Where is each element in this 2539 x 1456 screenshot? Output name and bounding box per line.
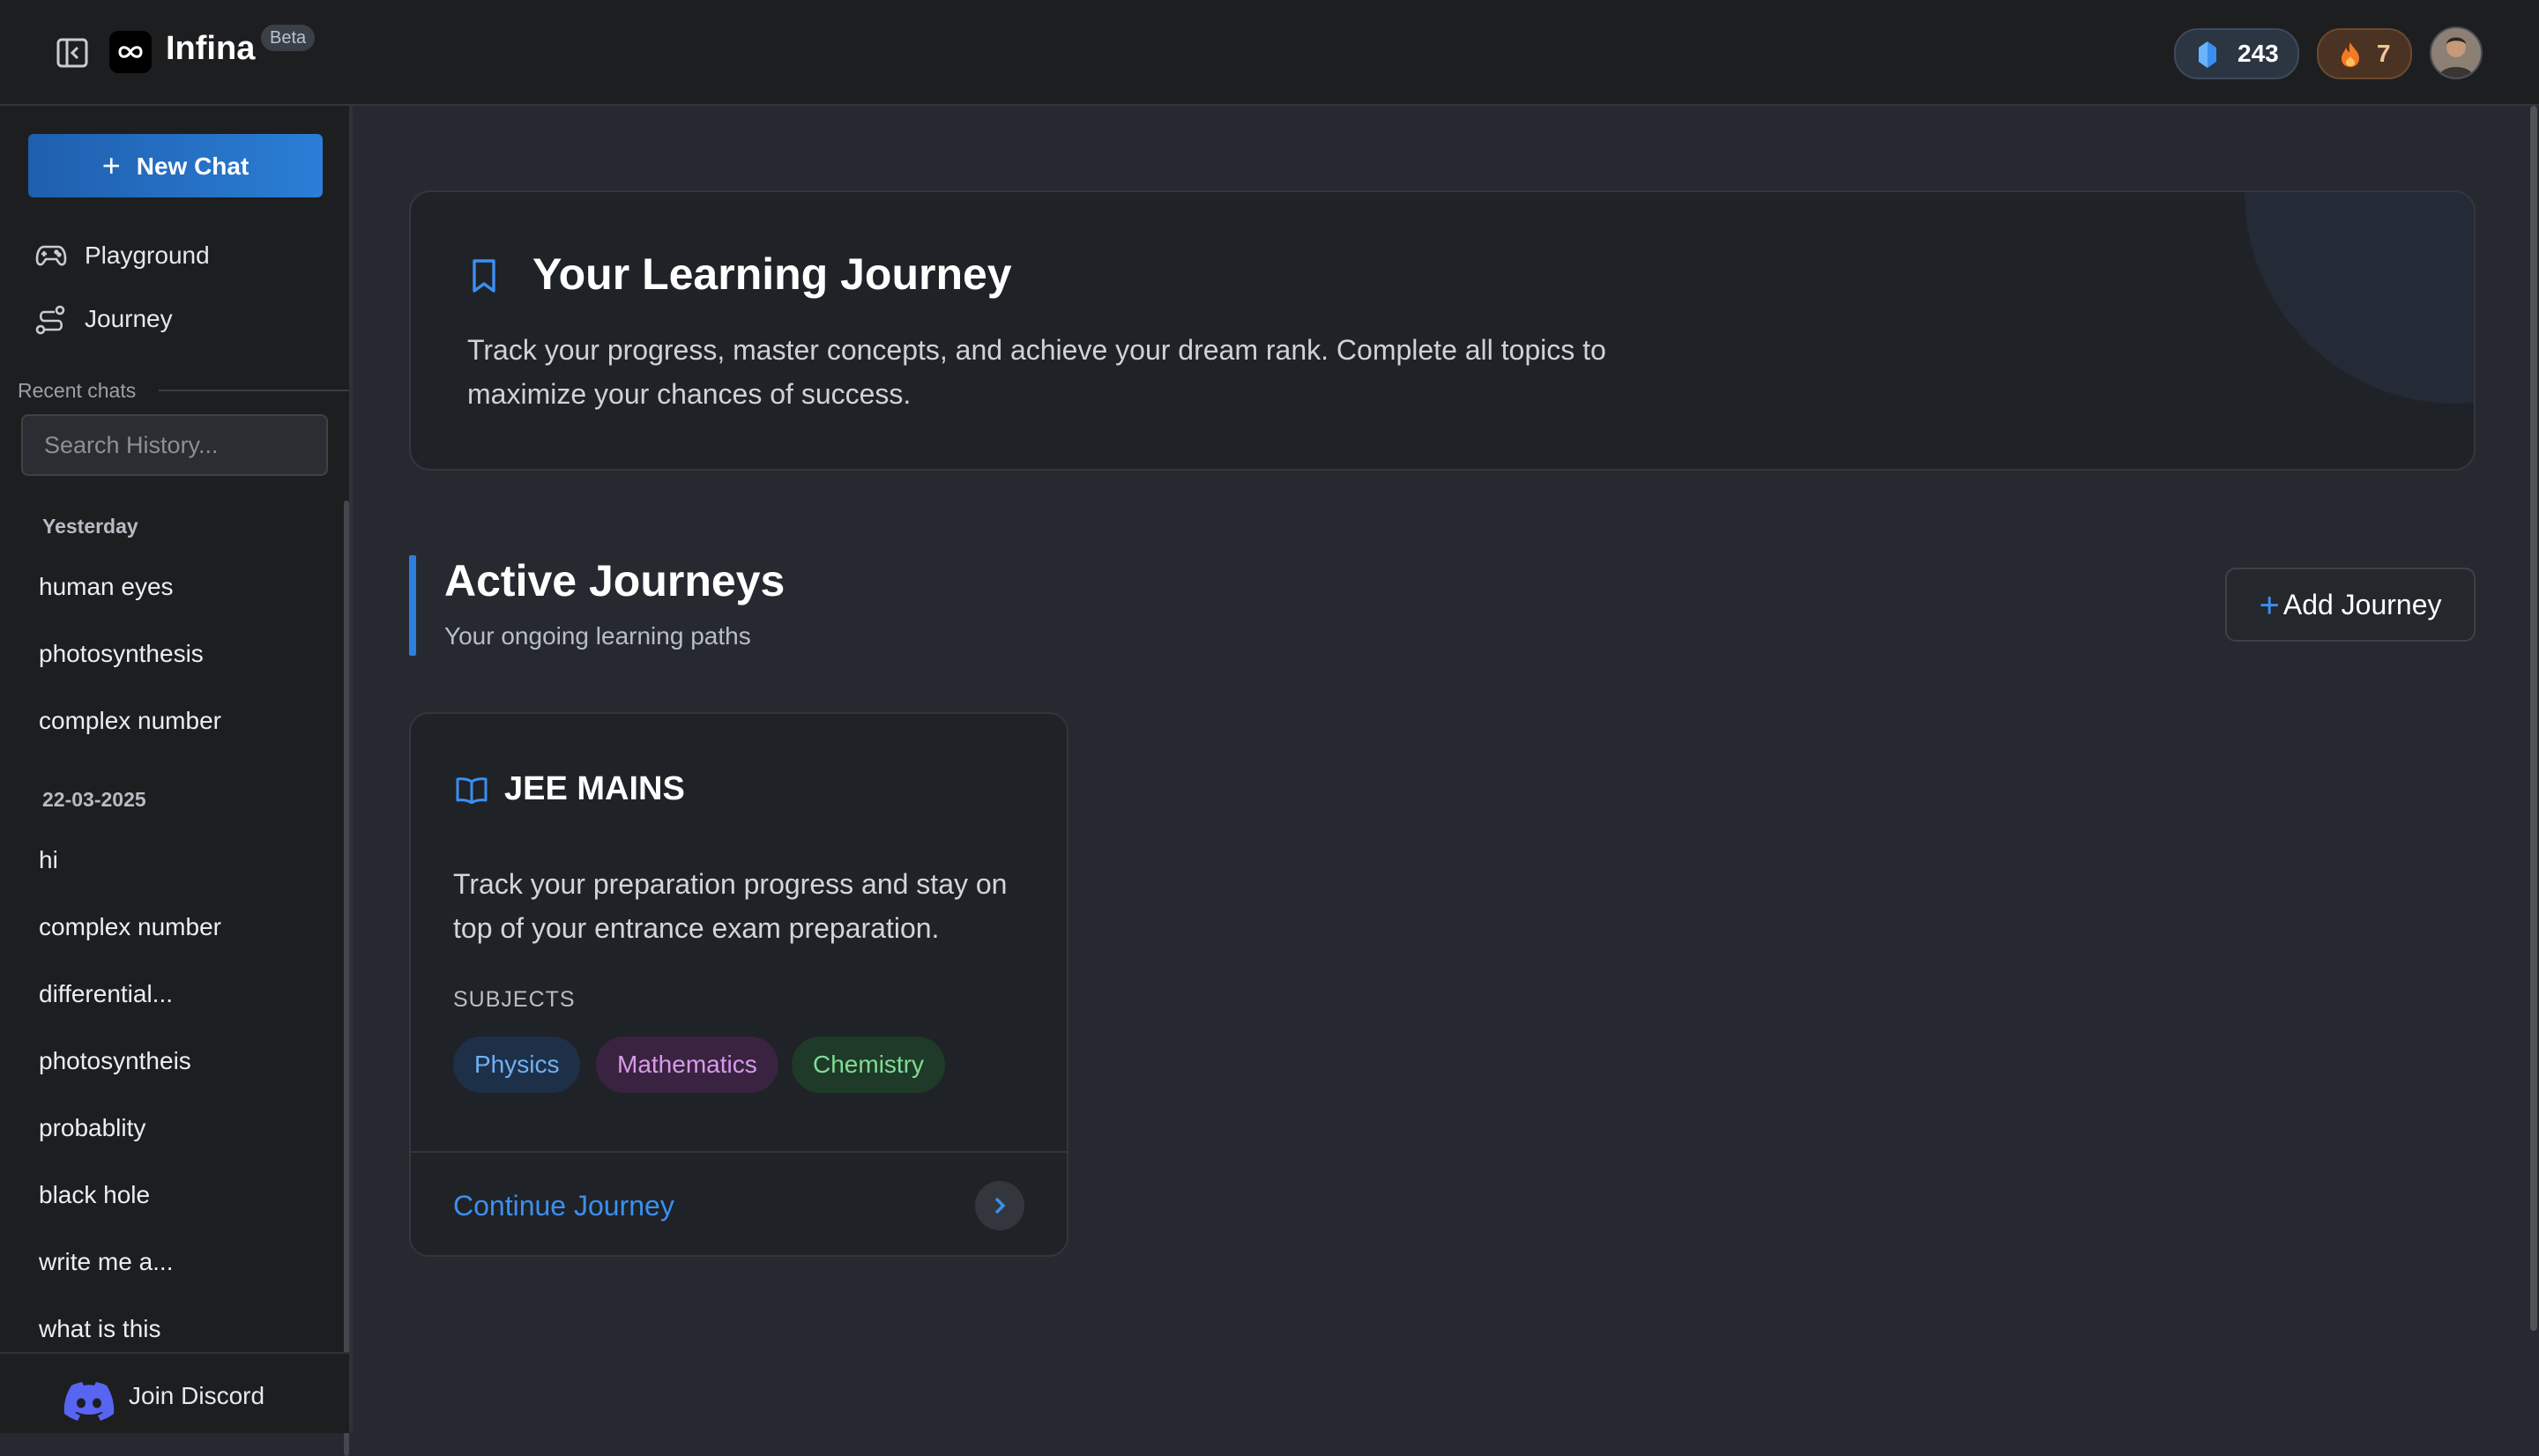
open-book-icon bbox=[456, 777, 488, 804]
route-icon bbox=[35, 305, 65, 335]
app-title: Infina bbox=[166, 30, 256, 67]
gem-icon bbox=[2199, 41, 2216, 68]
history-item[interactable]: hi bbox=[39, 846, 58, 874]
history-item[interactable]: photosynthesis bbox=[39, 640, 204, 668]
page-scrollbar[interactable] bbox=[2530, 106, 2537, 1331]
history-item[interactable]: photosyntheis bbox=[39, 1047, 191, 1075]
join-discord-button[interactable]: Join Discord bbox=[0, 1352, 349, 1433]
streak-count: 7 bbox=[2377, 40, 2391, 67]
sidebar: + New Chat Playground Journey Recent chat… bbox=[0, 106, 353, 1456]
history-item[interactable]: differential... bbox=[39, 980, 173, 1008]
learning-journey-banner: Your Learning Journey Track your progres… bbox=[409, 190, 2476, 471]
history-item[interactable]: complex number bbox=[39, 707, 221, 735]
gems-counter[interactable]: 243 bbox=[2174, 28, 2299, 79]
sidebar-toggle-icon[interactable] bbox=[55, 35, 90, 71]
search-history-input[interactable]: Search History... bbox=[21, 414, 328, 476]
history-item[interactable]: what is this bbox=[39, 1315, 161, 1343]
new-chat-button[interactable]: + New Chat bbox=[28, 134, 323, 197]
section-title: Active Journeys bbox=[444, 556, 786, 605]
decorative-circle bbox=[2245, 192, 2474, 404]
top-bar: Infina Beta 243 7 bbox=[0, 0, 2539, 106]
sidebar-item-label: Playground bbox=[85, 241, 210, 269]
history-group-label: Yesterday bbox=[42, 515, 138, 538]
history-item[interactable]: write me a... bbox=[39, 1248, 173, 1276]
chevron-right-icon[interactable] bbox=[975, 1181, 1024, 1230]
infinity-logo-icon bbox=[109, 31, 152, 73]
discord-icon bbox=[63, 1382, 115, 1421]
journey-description: Track your preparation progress and stay… bbox=[453, 868, 1008, 944]
join-discord-label: Join Discord bbox=[129, 1382, 265, 1409]
divider bbox=[159, 390, 349, 391]
gems-count: 243 bbox=[2237, 40, 2279, 67]
plus-icon: + bbox=[101, 147, 121, 183]
user-avatar[interactable] bbox=[2430, 26, 2483, 79]
subject-tag-physics: Physics bbox=[453, 1036, 581, 1093]
gamepad-icon bbox=[35, 245, 67, 266]
journey-title: JEE MAINS bbox=[504, 770, 685, 807]
history-item[interactable]: human eyes bbox=[39, 573, 174, 601]
plus-icon: + bbox=[2259, 586, 2280, 625]
history-item[interactable]: complex number bbox=[39, 913, 221, 941]
section-accent-bar bbox=[409, 555, 416, 656]
fire-icon bbox=[2342, 42, 2359, 67]
divider bbox=[411, 1151, 1067, 1153]
recent-chats-label: Recent chats bbox=[18, 379, 137, 402]
page-description: Track your progress, master concepts, an… bbox=[467, 334, 1606, 410]
page-title: Your Learning Journey bbox=[532, 249, 1012, 299]
add-journey-button[interactable]: + Add Journey bbox=[2225, 568, 2476, 642]
bookmark-icon bbox=[473, 259, 495, 293]
add-journey-label: Add Journey bbox=[2282, 589, 2442, 620]
journey-card[interactable]: JEE MAINS Track your preparation progres… bbox=[409, 712, 1068, 1257]
sidebar-item-label: Journey bbox=[85, 305, 173, 332]
subject-tag-mathematics: Mathematics bbox=[596, 1036, 778, 1093]
streak-counter[interactable]: 7 bbox=[2317, 28, 2412, 79]
continue-journey-link[interactable]: Continue Journey bbox=[453, 1190, 674, 1222]
sidebar-scrollbar[interactable] bbox=[344, 501, 349, 1456]
history-item[interactable]: black hole bbox=[39, 1181, 150, 1209]
history-item[interactable]: probablity bbox=[39, 1114, 145, 1142]
history-group-label: 22-03-2025 bbox=[42, 788, 146, 811]
beta-badge: Beta bbox=[261, 25, 316, 51]
section-subtitle: Your ongoing learning paths bbox=[444, 622, 751, 650]
new-chat-label: New Chat bbox=[136, 152, 249, 180]
subject-tag-chemistry: Chemistry bbox=[792, 1036, 946, 1093]
subjects-label: SUBJECTS bbox=[453, 987, 576, 1012]
